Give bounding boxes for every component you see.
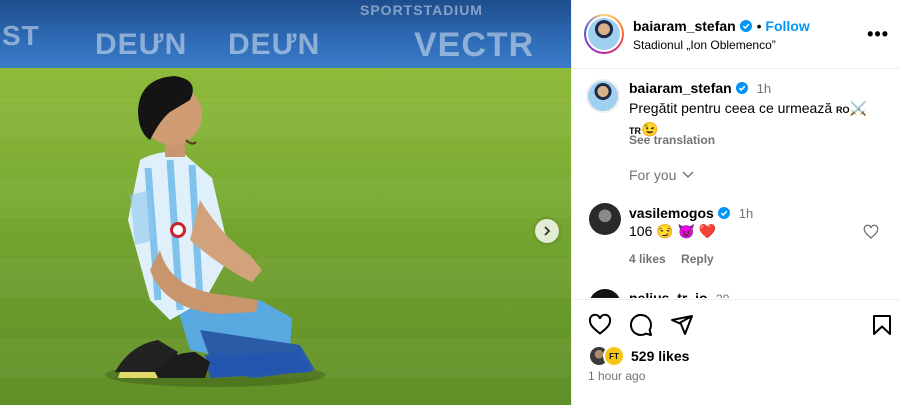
post-location[interactable]: Stadionul „Ion Oblemenco” <box>633 38 776 52</box>
likes-badge-text: FT <box>609 351 619 361</box>
see-translation-link[interactable]: See translation <box>629 133 715 147</box>
likes-count[interactable]: 529 likes <box>631 348 689 364</box>
ro-flag-label: RO <box>836 105 850 115</box>
comment-text: 106 😏 😈 ❤️ <box>629 223 716 240</box>
for-you-label: For you <box>629 167 677 183</box>
post-photo[interactable]: ST DEƯN DEƯN VECTR SPORTSTADIUM <box>0 0 571 405</box>
for-you-dropdown[interactable]: For you <box>629 167 695 183</box>
caption-text-main: Pregătit pentru ceea ce urmează <box>629 100 833 116</box>
comment-number: 106 <box>629 223 653 239</box>
save-bookmark-icon[interactable] <box>870 313 894 337</box>
player-figure <box>105 76 325 387</box>
caption-time[interactable]: 1h <box>757 81 771 96</box>
verified-badge-icon <box>740 20 753 32</box>
commenter-avatar[interactable] <box>589 203 621 235</box>
comment-bubble-icon[interactable] <box>629 313 653 337</box>
commenter-username[interactable]: vasilemogos <box>629 205 714 221</box>
caption-username[interactable]: baiaram_stefan <box>629 80 732 96</box>
share-send-icon[interactable] <box>670 313 694 337</box>
author-avatar[interactable] <box>584 14 624 54</box>
next-commenter-username[interactable]: nelius_tr_io <box>629 290 708 298</box>
reply-button[interactable]: Reply <box>681 252 714 266</box>
post-sidebar: baiaram_stefan • Follow Stadionul „Ion O… <box>571 0 900 405</box>
more-options-icon[interactable]: ••• <box>867 24 889 45</box>
likes-row[interactable]: FT 529 likes <box>588 345 689 367</box>
like-comment-heart-icon[interactable] <box>863 224 879 240</box>
verified-badge-icon <box>718 207 731 219</box>
like-heart-icon[interactable] <box>588 313 612 337</box>
post-header: baiaram_stefan • Follow Stadionul „Ion O… <box>572 0 900 69</box>
author-username[interactable]: baiaram_stefan <box>633 18 736 34</box>
devil-emoji: 😈 <box>677 223 696 239</box>
chevron-down-icon <box>682 171 694 178</box>
heart-emoji: ❤️ <box>698 223 717 239</box>
follow-button[interactable]: Follow <box>765 18 809 34</box>
verified-badge-icon <box>736 82 749 94</box>
comment-likes[interactable]: 4 likes <box>629 252 666 266</box>
crossed-swords-emoji: ⚔️ <box>849 100 867 116</box>
chevron-right-icon <box>544 226 551 236</box>
next-comment-time: 39 <box>716 292 729 298</box>
caption-avatar[interactable] <box>586 79 620 113</box>
smirk-emoji: 😏 <box>656 223 674 239</box>
post-time-ago[interactable]: 1 hour ago <box>588 369 645 383</box>
comment-time[interactable]: 1h <box>739 206 753 221</box>
next-commenter-avatar[interactable] <box>589 289 621 298</box>
actions-divider <box>572 299 900 300</box>
next-comment-partial: nelius_tr_io 39 <box>572 287 900 298</box>
next-photo-button[interactable] <box>535 219 559 243</box>
liker-avatar-ft: FT <box>603 345 625 367</box>
